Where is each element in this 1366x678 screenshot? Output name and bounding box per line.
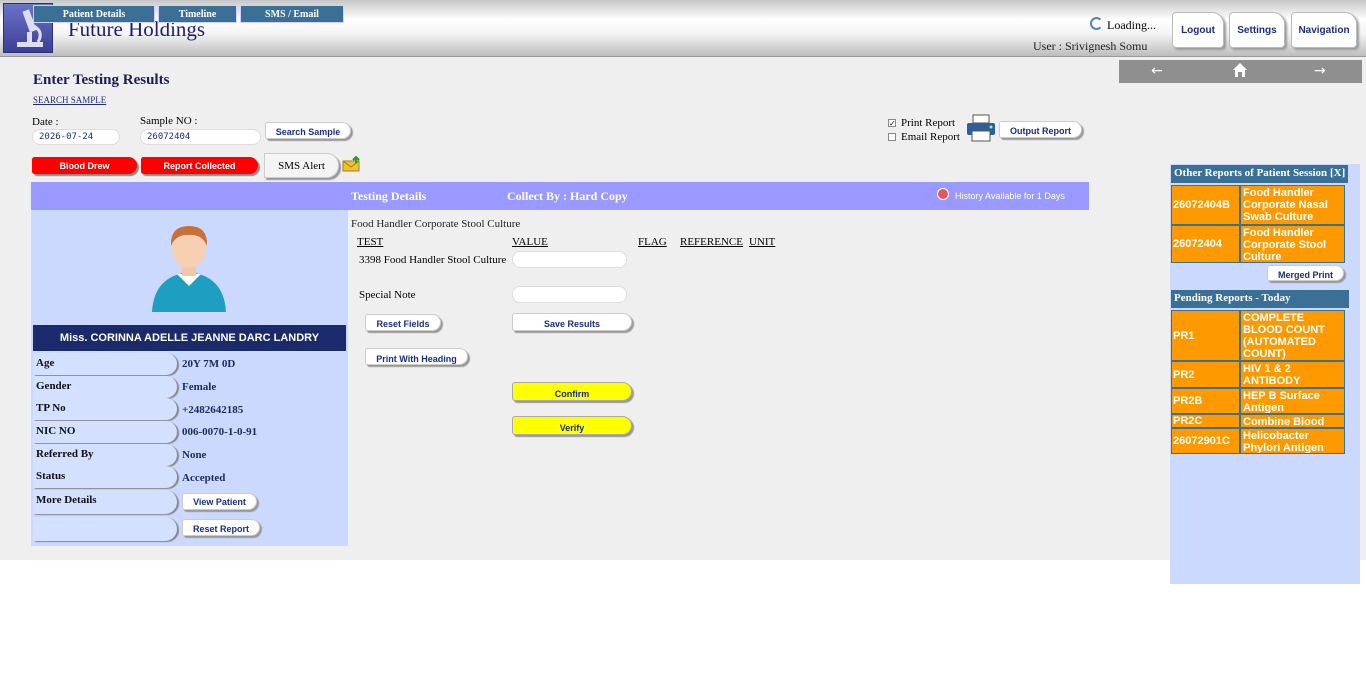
spinner-icon: [1090, 17, 1103, 30]
nic-no-value: 006-0070-1-0-91: [182, 426, 258, 438]
pending-report-id[interactable]: PR2B: [1171, 388, 1240, 414]
search-sample-link[interactable]: SEARCH SAMPLE: [33, 95, 106, 105]
printer-icon[interactable]: [966, 114, 996, 147]
patient-avatar: [150, 220, 228, 317]
blood-drew-button[interactable]: Blood Drew: [32, 157, 137, 174]
loading-indicator: Loading...: [1090, 17, 1156, 33]
report-collected-button[interactable]: Report Collected: [141, 157, 258, 174]
loading-text: Loading...: [1107, 18, 1156, 32]
gender-value: Female: [182, 381, 217, 393]
referred-by-value: None: [182, 449, 207, 461]
pending-report-name[interactable]: Helicobacter Phylori Antigen: [1240, 428, 1345, 454]
col-test-header: TEST: [357, 236, 384, 248]
date-input[interactable]: 2026-07-24: [32, 129, 120, 145]
forward-arrow-icon[interactable]: →: [1314, 63, 1326, 79]
merged-print-button[interactable]: Merged Print: [1267, 265, 1344, 281]
test-name-title: Food Handler Corporate Stool Culture: [351, 218, 521, 230]
other-report-id[interactable]: 26072404B: [1171, 185, 1240, 225]
pending-report-name[interactable]: COMPLETE BLOOD COUNT (AUTOMATED COUNT): [1240, 310, 1345, 361]
user-label: User : Srivignesh Somu: [1033, 39, 1148, 53]
date-label: Date :: [32, 116, 59, 128]
col-value-header: VALUE: [512, 236, 548, 248]
tab-patient-details[interactable]: Patient Details: [33, 5, 155, 23]
print-report-checkbox[interactable]: ✓: [888, 119, 896, 128]
col-reference-header: REFERENCE: [680, 236, 743, 248]
empty-row-label: [33, 517, 177, 541]
special-note-label: Special Note: [359, 289, 416, 301]
navigation-button[interactable]: Navigation: [1291, 12, 1357, 48]
pending-reports-header: Pending Reports - Today: [1171, 290, 1349, 308]
pending-report-name[interactable]: Combine Blood Tests: [1240, 414, 1345, 428]
email-report-checkbox[interactable]: [888, 133, 896, 141]
special-note-input[interactable]: [512, 286, 627, 303]
tp-no-value: +2482642185: [182, 404, 244, 416]
sms-envelope-icon[interactable]: [342, 155, 362, 177]
close-other-reports-button[interactable]: [X]: [1329, 165, 1348, 183]
settings-button[interactable]: Settings: [1229, 12, 1285, 48]
collect-by-label: Collect By : Hard Copy: [507, 189, 628, 203]
clock-icon: [937, 188, 949, 200]
verify-button[interactable]: Verify: [512, 416, 632, 435]
age-value: 20Y 7M 0D: [182, 358, 236, 370]
page-title: Enter Testing Results: [33, 72, 170, 88]
referred-by-label: Referred By: [33, 444, 177, 466]
print-report-label: Print Report: [901, 117, 956, 129]
reset-fields-button[interactable]: Reset Fields: [365, 314, 441, 331]
confirm-button[interactable]: Confirm: [512, 382, 632, 401]
tab-timeline[interactable]: Timeline: [158, 5, 237, 23]
nav-toolbar: ← →: [1119, 60, 1362, 83]
sms-alert-button[interactable]: SMS Alert: [264, 153, 339, 178]
other-reports-header: Other Reports of Patient Session: [1171, 165, 1348, 183]
other-report-name[interactable]: Food Handler Corporate Nasal Swab Cultur…: [1240, 185, 1345, 225]
patient-name: Miss. CORINNA ADELLE JEANNE DARC LANDRY: [33, 325, 346, 351]
col-unit-header: UNIT: [749, 236, 776, 248]
email-report-label: Email Report: [901, 131, 960, 143]
page: Future Holdings Loading... User : Srivig…: [0, 0, 1366, 678]
test-row-label: 3398 Food Handler Stool Culture: [359, 254, 507, 266]
tp-no-label: TP No: [33, 398, 177, 420]
more-details-label: More Details: [33, 490, 177, 514]
pending-report-id[interactable]: PR2C: [1171, 414, 1240, 428]
home-icon[interactable]: [1232, 62, 1248, 82]
print-with-heading-button[interactable]: Print With Heading: [365, 348, 468, 365]
col-flag-header: FLAG: [638, 236, 667, 248]
back-arrow-icon[interactable]: ←: [1151, 63, 1163, 79]
pending-report-name[interactable]: HIV 1 & 2 ANTIBODY: [1240, 361, 1345, 388]
save-results-button[interactable]: Save Results: [512, 313, 632, 331]
age-label: Age: [33, 353, 177, 375]
output-report-button[interactable]: Output Report: [999, 121, 1082, 138]
pending-report-name[interactable]: HEP B Surface Antigen: [1240, 388, 1345, 414]
reset-report-button[interactable]: Reset Report: [182, 519, 260, 536]
other-report-id[interactable]: 26072404: [1171, 225, 1240, 263]
test-value-input[interactable]: [512, 251, 627, 268]
status-label: Status: [33, 466, 177, 488]
sample-no-input[interactable]: 26072404: [140, 129, 261, 145]
gender-label: Gender: [33, 376, 177, 398]
history-label: History Available for 1 Days: [955, 191, 1065, 201]
search-sample-button[interactable]: Search Sample: [265, 122, 351, 139]
pending-report-id[interactable]: PR2: [1171, 361, 1240, 388]
pending-report-id[interactable]: PR1: [1171, 310, 1240, 361]
status-value: Accepted: [182, 472, 226, 484]
tab-sms-email[interactable]: SMS / Email: [240, 5, 344, 23]
logout-button[interactable]: Logout: [1172, 12, 1224, 48]
pending-report-id[interactable]: 26072901C: [1171, 428, 1240, 454]
testing-details-title: Testing Details: [351, 189, 427, 203]
view-patient-button[interactable]: View Patient: [182, 493, 257, 510]
sample-no-label: Sample NO :: [140, 115, 198, 127]
nic-no-label: NIC NO: [33, 421, 177, 443]
other-report-name[interactable]: Food Handler Corporate Stool Culture: [1240, 225, 1345, 263]
